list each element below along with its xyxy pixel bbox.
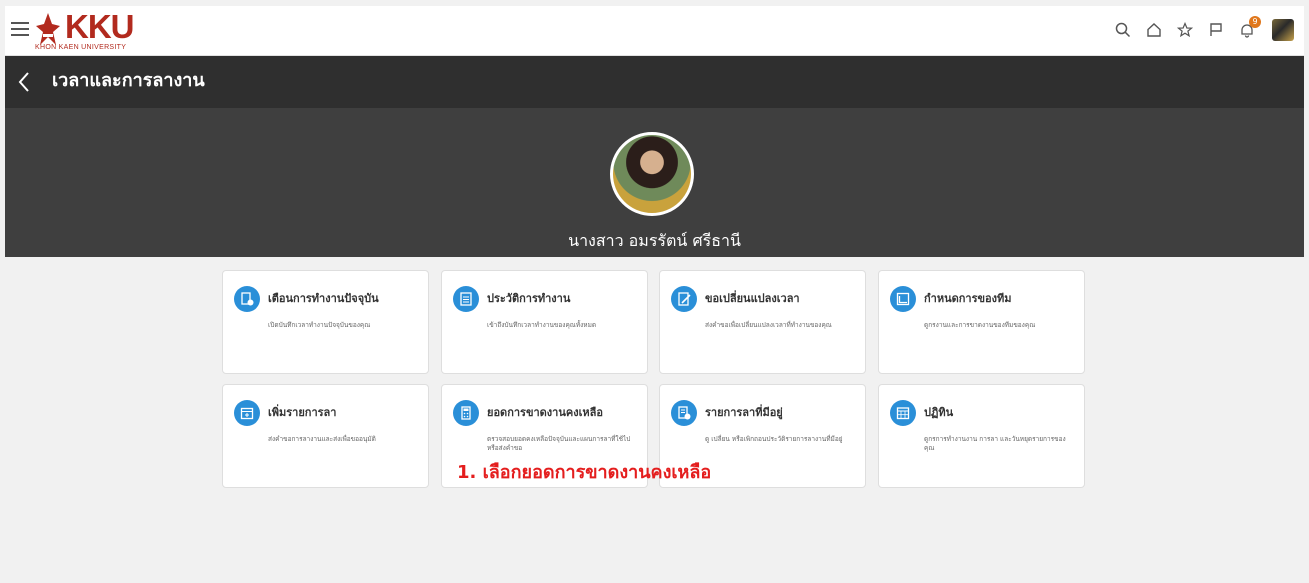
card-title: เตือนการทำงานปัจจุบัน <box>268 292 379 305</box>
card-description: ดูกรการทำงานงาน การลา และวันหยุดรายการขอ… <box>924 435 1066 452</box>
card-title: เพิ่มรายการลา <box>268 406 337 419</box>
calendar-icon <box>890 400 916 426</box>
card-calendar[interactable]: ปฏิทิน ดูกรการทำงานงาน การลา และวันหยุดร… <box>878 384 1085 488</box>
kku-logo[interactable]: KKU KHON KAEN UNIVERSITY <box>33 8 153 52</box>
page-title: เวลาและการลางาน <box>52 70 205 91</box>
title-bar: เวลาและการลางาน <box>5 56 1304 108</box>
logo-subtitle: KHON KAEN UNIVERSITY <box>35 44 127 51</box>
card-title: ขอเปลี่ยนแปลงเวลา <box>705 292 800 305</box>
card-current-timecard[interactable]: เตือนการทำงานปัจจุบัน เปิดบันทึกเวลาทำงา… <box>222 270 429 374</box>
menu-icon[interactable] <box>9 18 31 40</box>
calendar-add-icon <box>234 400 260 426</box>
card-title: ปฏิทิน <box>924 406 954 419</box>
card-title: กำหนดการของทีม <box>924 292 1012 305</box>
profile-photo <box>610 132 694 216</box>
card-title: ยอดการขาดงานคงเหลือ <box>487 406 603 419</box>
card-description: ส่งคำขอการลางานและส่งเพื่อขออนุมัติ <box>268 435 376 443</box>
instruction-annotation: 1. เลือกยอดการขาดงานคงเหลือ <box>457 462 712 483</box>
chart-icon <box>890 286 916 312</box>
card-description: ดูกรงานและการขาดงานของทีมของคุณ <box>924 321 1036 329</box>
bell-icon[interactable]: 9 <box>1236 16 1261 41</box>
kku-logo-mark <box>36 13 60 45</box>
top-bar: KKU KHON KAEN UNIVERSITY 9 <box>5 6 1304 56</box>
top-icons: 9 <box>1103 16 1294 41</box>
star-icon[interactable] <box>1174 19 1196 41</box>
card-description: เข้าถึงบันทึกเวลาทำงานของคุณทั้งหมด <box>487 321 597 329</box>
flag-icon[interactable] <box>1205 19 1227 41</box>
document-clock-icon <box>234 286 260 312</box>
card-description: ตรวจสอบยอดคงเหลือปัจจุบันและแผนการลาที่ใ… <box>487 435 631 452</box>
document-list-icon <box>453 286 479 312</box>
edit-document-icon <box>671 286 697 312</box>
calculator-icon <box>453 400 479 426</box>
home-icon[interactable] <box>1143 19 1165 41</box>
card-title: รายการลาที่มีอยู่ <box>705 406 783 419</box>
list-clock-icon <box>671 400 697 426</box>
back-icon[interactable] <box>15 70 35 94</box>
card-time-change-request[interactable]: ขอเปลี่ยนแปลงเวลา ส่งคำขอเพื่อเปลี่ยนแปล… <box>659 270 866 374</box>
card-description: เปิดบันทึกเวลาทำงานปัจจุบันของคุณ <box>268 321 371 329</box>
user-avatar[interactable] <box>1272 19 1294 41</box>
search-icon[interactable] <box>1112 19 1134 41</box>
profile-banner: นางสาว อมรรัตน์ ศรีธานี <box>5 108 1304 257</box>
card-description: ดู เปลี่ยน หรือเพิกถอนประวัติรายการลางาน… <box>705 435 843 443</box>
card-team-schedule[interactable]: กำหนดการของทีม ดูกรงานและการขาดงานของทีม… <box>878 270 1085 374</box>
card-description: ส่งคำขอเพื่อเปลี่ยนแปลงเวลาที่ทำงานของคุ… <box>705 321 832 329</box>
profile-name: นางสาว อมรรัตน์ ศรีธานี <box>568 231 741 250</box>
logo-text: KKU <box>65 8 134 45</box>
card-title: ประวัติการทำงาน <box>487 292 571 305</box>
card-add-absence[interactable]: เพิ่มรายการลา ส่งคำขอการลางานและส่งเพื่อ… <box>222 384 429 488</box>
card-work-history[interactable]: ประวัติการทำงาน เข้าถึงบันทึกเวลาทำงานขอ… <box>441 270 648 374</box>
notification-badge: 9 <box>1249 16 1261 28</box>
